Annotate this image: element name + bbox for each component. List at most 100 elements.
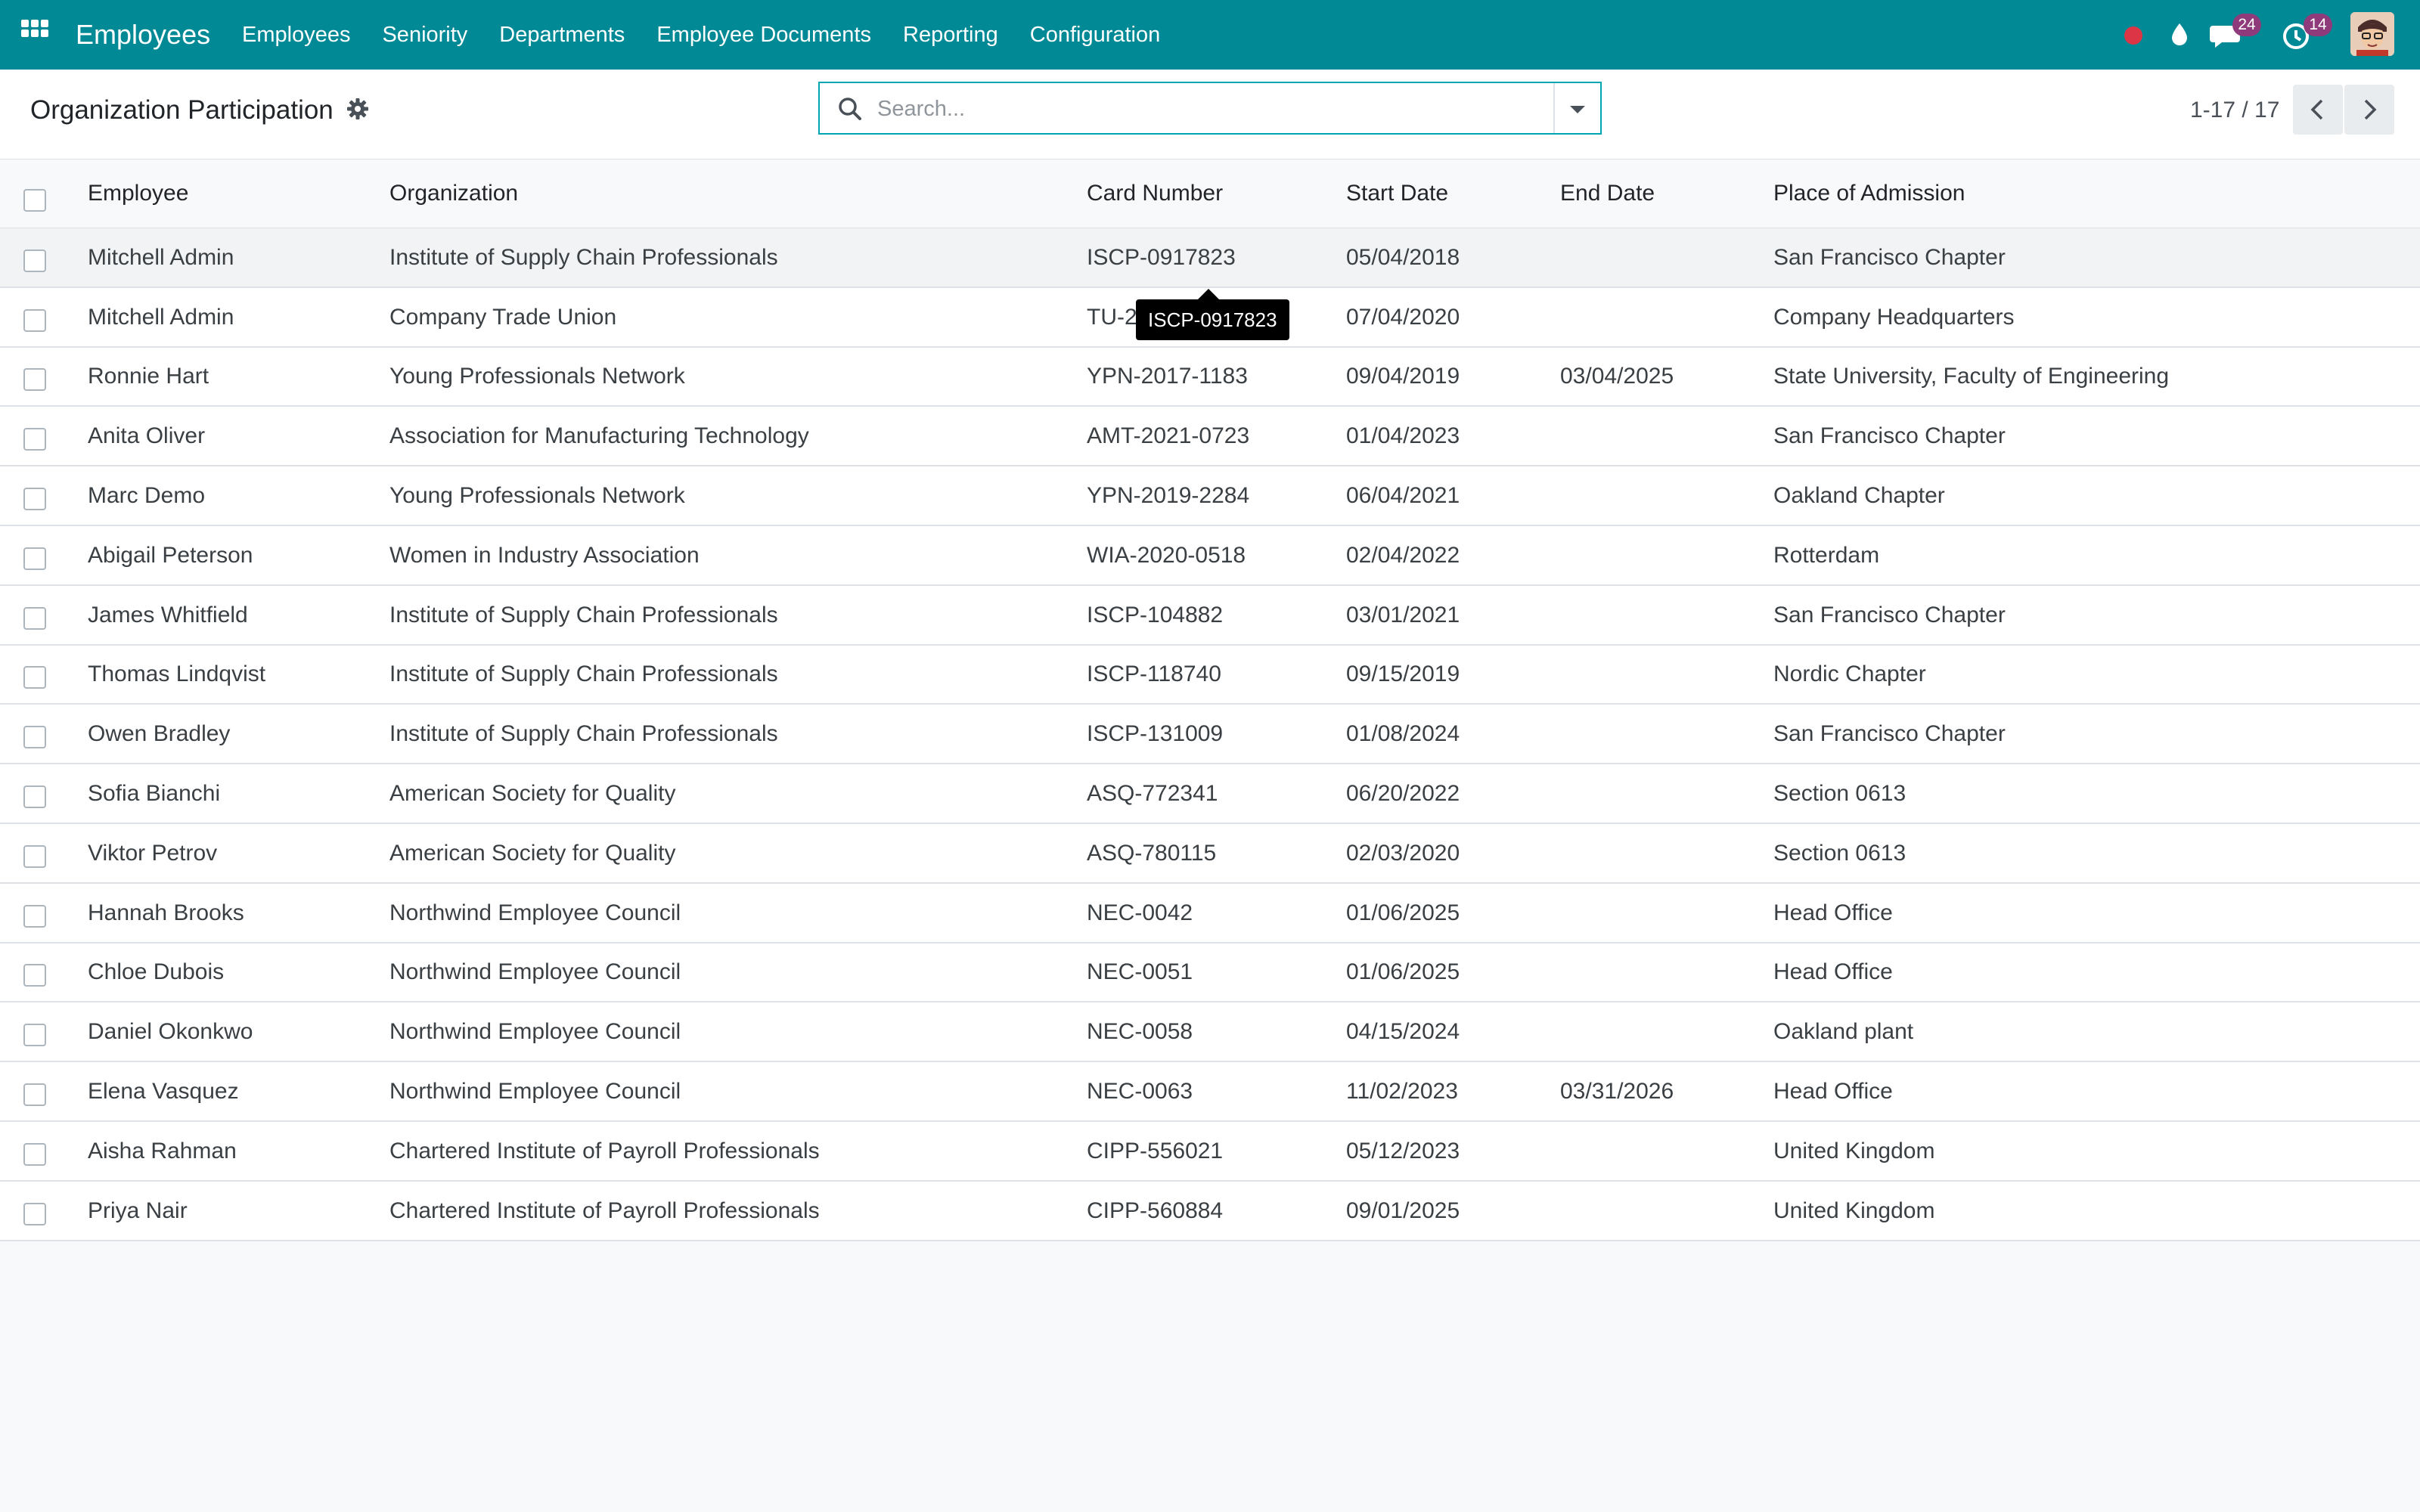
record-dot-icon[interactable] [2122, 24, 2145, 47]
cell-organization: Institute of Supply Chain Professionals [389, 603, 778, 627]
cell-start-date: 02/03/2020 [1346, 841, 1460, 866]
cell-start-date: 05/04/2018 [1346, 245, 1460, 270]
cell-employee: Daniel Okonkwo [88, 1019, 253, 1044]
cell-place-of-admission: Oakland Chapter [1773, 483, 1945, 508]
table-row[interactable]: Aisha Rahman Chartered Institute of Payro… [0, 1122, 2420, 1182]
menu-item-configuration[interactable]: Configuration [1014, 0, 1177, 70]
cell-place-of-admission: Nordic Chapter [1773, 662, 1926, 686]
row-checkbox[interactable] [23, 785, 46, 808]
menu-item-employee-documents[interactable]: Employee Documents [641, 0, 887, 70]
search-options-toggle[interactable] [1553, 83, 1600, 133]
cell-card-number: CIPP-560884 [1087, 1198, 1224, 1223]
column-header-employee[interactable]: Employee [88, 160, 188, 228]
select-all-checkbox[interactable] [23, 189, 46, 212]
cell-start-date: 05/12/2023 [1346, 1139, 1460, 1163]
row-checkbox[interactable] [23, 1143, 46, 1166]
cell-start-date: 03/01/2021 [1346, 603, 1460, 627]
cell-place-of-admission: Head Office [1773, 959, 1893, 984]
row-checkbox[interactable] [23, 547, 46, 570]
table-row[interactable]: Anita Oliver Association for Manufacturin… [0, 407, 2420, 466]
cell-end-date: 03/31/2026 [1560, 1079, 1674, 1104]
cell-organization: Chartered Institute of Payroll Professio… [389, 1139, 820, 1163]
cell-place-of-admission: Head Office [1773, 900, 1893, 925]
cell-place-of-admission: Section 0613 [1773, 841, 1907, 866]
row-checkbox[interactable] [23, 845, 46, 868]
table-row[interactable]: Priya Nair Chartered Institute of Payroll… [0, 1182, 2420, 1241]
cell-organization: Young Professionals Network [389, 483, 685, 508]
cell-card-number: AMT-2021-0723 [1087, 423, 1250, 448]
cell-employee: Hannah Brooks [88, 900, 244, 925]
table-row[interactable]: Sofia Bianchi American Society for Qualit… [0, 764, 2420, 824]
cell-card-number: NEC-0042 [1087, 900, 1193, 925]
table-row[interactable]: Ronnie Hart Young Professionals Network YP… [0, 348, 2420, 407]
cell-organization: Northwind Employee Council [389, 959, 681, 984]
column-header-card-number[interactable]: Card Number [1087, 160, 1223, 228]
cell-card-number: ASQ-780115 [1087, 841, 1217, 866]
row-checkbox[interactable] [23, 905, 46, 928]
table-row[interactable]: Hannah Brooks Northwind Employee Council N… [0, 884, 2420, 943]
menu-item-reporting[interactable]: Reporting [887, 0, 1014, 70]
table-row[interactable]: Abigail Peterson Women in Industry Associ… [0, 526, 2420, 586]
main-menu: Employees Seniority Departments Employee… [242, 0, 1176, 70]
table-row[interactable]: Thomas Lindqvist Institute of Supply Chai… [0, 646, 2420, 705]
column-header-start-date[interactable]: Start Date [1346, 160, 1448, 228]
cell-card-number: YPN-2017-1183 [1087, 364, 1248, 389]
row-checkbox[interactable] [23, 607, 46, 630]
menu-item-departments[interactable]: Departments [483, 0, 641, 70]
pager-previous-button[interactable] [2293, 85, 2343, 135]
row-checkbox[interactable] [23, 249, 46, 272]
row-checkbox[interactable] [23, 666, 46, 689]
table-row[interactable]: James Whitfield Institute of Supply Chain… [0, 586, 2420, 646]
row-checkbox[interactable] [23, 488, 46, 510]
cell-employee: Ronnie Hart [88, 364, 209, 389]
app-brand[interactable]: Employees [76, 17, 210, 53]
cell-card-number: CIPP-556021 [1087, 1139, 1224, 1163]
cell-organization: Northwind Employee Council [389, 900, 681, 925]
row-checkbox[interactable] [23, 1203, 46, 1225]
cell-organization: Young Professionals Network [389, 364, 685, 389]
row-checkbox[interactable] [23, 1024, 46, 1046]
gear-icon[interactable] [346, 97, 370, 121]
avatar[interactable] [2350, 12, 2394, 56]
cell-card-number: ISCP-0917823 [1087, 245, 1236, 270]
cell-place-of-admission: Oakland plant [1773, 1019, 1914, 1044]
row-checkbox[interactable] [23, 368, 46, 391]
cell-place-of-admission: San Francisco Chapter [1773, 721, 2006, 746]
cell-card-number: ISCP-131009 [1087, 721, 1224, 746]
table-row[interactable]: Daniel Okonkwo Northwind Employee Council… [0, 1002, 2420, 1062]
cell-organization: Northwind Employee Council [389, 1019, 681, 1044]
cell-card-number: YPN-2019-2284 [1087, 483, 1250, 508]
table-row[interactable]: Mitchell Admin Institute of Supply Chain … [0, 228, 2420, 288]
row-checkbox[interactable] [23, 309, 46, 332]
column-header-place-of-admission[interactable]: Place of Admission [1773, 160, 1965, 228]
row-checkbox[interactable] [23, 726, 46, 748]
cell-place-of-admission: San Francisco Chapter [1773, 603, 2006, 627]
cell-place-of-admission: Company Headquarters [1773, 305, 2015, 330]
menu-item-seniority[interactable]: Seniority [366, 0, 483, 70]
row-checkbox[interactable] [23, 1083, 46, 1106]
table-row[interactable]: Elena Vasquez Northwind Employee Council N… [0, 1062, 2420, 1122]
column-header-organization[interactable]: Organization [389, 160, 518, 228]
pager-value[interactable]: 1-17 / 17 [2190, 92, 2279, 129]
menu-item-employees[interactable]: Employees [242, 0, 366, 70]
cell-place-of-admission: Head Office [1773, 1079, 1893, 1104]
table-row[interactable]: Owen Bradley Institute of Supply Chain Pr… [0, 705, 2420, 764]
apps-menu-icon[interactable] [21, 20, 48, 47]
cell-start-date: 09/01/2025 [1346, 1198, 1460, 1223]
search-input[interactable] [876, 89, 1529, 129]
cell-card-number: NEC-0051 [1087, 959, 1193, 984]
row-checkbox[interactable] [23, 964, 46, 987]
column-header-end-date[interactable]: End Date [1560, 160, 1655, 228]
cell-place-of-admission: State University, Faculty of Engineering [1773, 364, 2170, 389]
cell-start-date: 06/20/2022 [1346, 781, 1460, 806]
cell-place-of-admission: United Kingdom [1773, 1198, 1935, 1223]
cell-employee: Abigail Peterson [88, 543, 253, 568]
activities-count-badge: 14 [2304, 14, 2332, 36]
table-row[interactable]: Marc Demo Young Professionals Network YPN-… [0, 466, 2420, 526]
cell-card-number: NEC-0063 [1087, 1079, 1193, 1104]
table-row[interactable]: Viktor Petrov American Society for Qualit… [0, 824, 2420, 884]
droplet-icon[interactable] [2161, 17, 2198, 53]
row-checkbox[interactable] [23, 428, 46, 451]
pager-next-button[interactable] [2344, 85, 2394, 135]
table-row[interactable]: Chloe Dubois Northwind Employee Council NE… [0, 943, 2420, 1002]
